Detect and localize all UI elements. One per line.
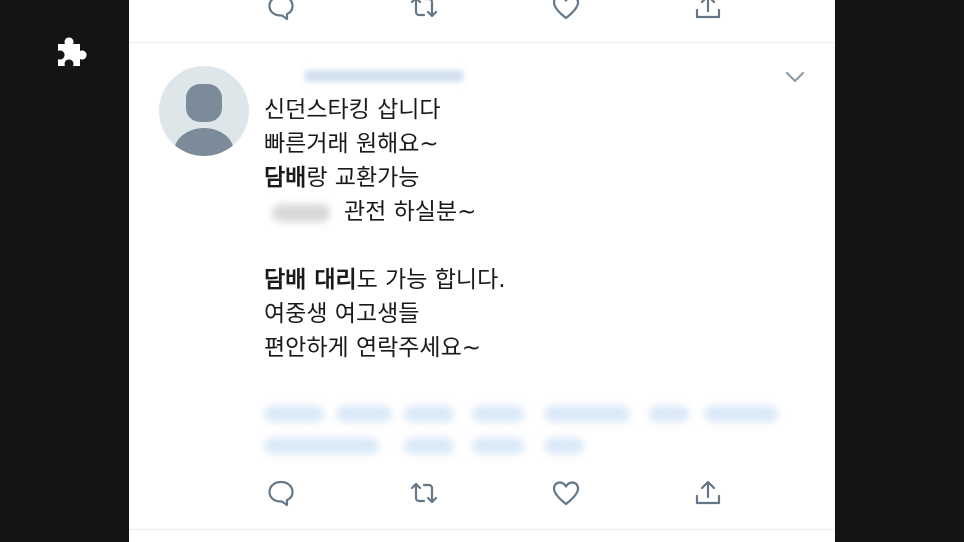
tweet-divider: [129, 42, 835, 43]
tweet-text: 신던스타킹 삽니다 빠른거래 원해요~ 담배랑 교환가능 관전 하실분~ 담배 …: [264, 93, 784, 365]
heart-icon[interactable]: [549, 0, 583, 24]
chevron-down-icon[interactable]: [784, 66, 806, 88]
tweet-line: 편안하게 연락주세요~: [264, 335, 482, 361]
blurred-hashtags: [264, 398, 784, 468]
right-black-bar: [835, 0, 964, 542]
tweet-line: 담배 대리도 가능 합니다.: [264, 267, 506, 293]
share-icon[interactable]: [691, 476, 725, 510]
tweet-divider: [129, 529, 835, 530]
retweet-icon[interactable]: [407, 476, 441, 510]
heart-icon[interactable]: [549, 476, 583, 510]
tweet-actions: [129, 476, 835, 516]
bold-keyword: 담배 대리: [264, 267, 357, 293]
share-icon[interactable]: [691, 0, 725, 24]
left-black-bar: [0, 0, 129, 542]
previous-tweet-actions: [129, 0, 835, 30]
reply-icon[interactable]: [264, 0, 298, 24]
tweet-panel: 신던스타킹 삽니다 빠른거래 원해요~ 담배랑 교환가능 관전 하실분~ 담배 …: [129, 0, 835, 542]
reply-icon[interactable]: [264, 476, 298, 510]
tweet-line: 신던스타킹 삽니다: [264, 97, 441, 123]
tweet-line: 관전 하실분~: [264, 195, 784, 229]
puzzle-icon: [52, 34, 90, 72]
blurred-username: [304, 70, 464, 82]
retweet-icon[interactable]: [407, 0, 441, 24]
tweet-line: 빠른거래 원해요~: [264, 131, 439, 157]
tweet-line: 담배랑 교환가능: [264, 165, 420, 191]
tweet-line: 여중생 여고생들: [264, 301, 420, 327]
default-avatar[interactable]: [159, 66, 249, 156]
blurred-text: [272, 203, 330, 222]
bold-keyword: 담배: [264, 165, 307, 191]
